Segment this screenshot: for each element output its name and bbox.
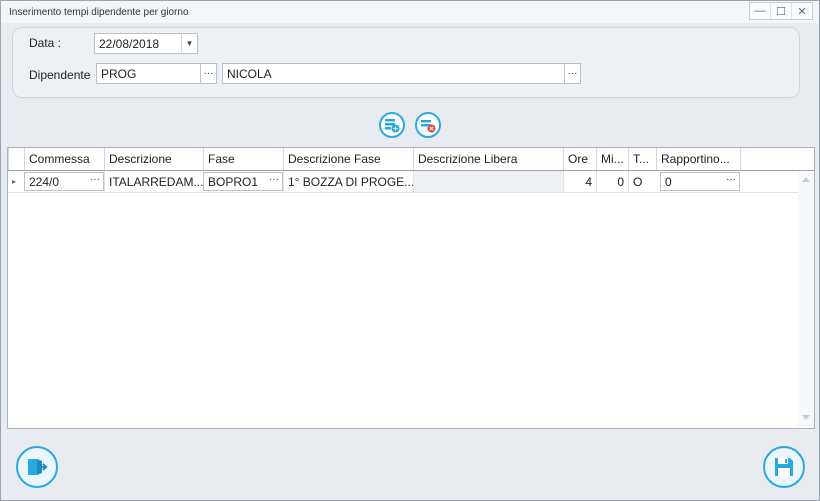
header-ore[interactable]: Ore bbox=[563, 148, 596, 170]
date-value: 22/08/2018 bbox=[99, 37, 160, 51]
delete-row-icon bbox=[421, 120, 436, 133]
title-bar: Inserimento tempi dipendente per giorno … bbox=[1, 1, 819, 23]
fase-cell[interactable]: BOPRO1 ··· bbox=[203, 172, 283, 191]
header-descrizione[interactable]: Descrizione bbox=[104, 148, 203, 170]
save-icon bbox=[775, 458, 793, 476]
employee-name-lookup-button[interactable]: ··· bbox=[564, 63, 581, 84]
header-rapportino[interactable]: Rapportino... bbox=[656, 148, 740, 170]
window-controls: — ☐ ✕ bbox=[749, 2, 813, 20]
date-picker[interactable]: 22/08/2018 ▼ bbox=[94, 33, 198, 54]
header-fase[interactable]: Fase bbox=[203, 148, 283, 170]
ore-cell[interactable]: 4 bbox=[563, 171, 596, 192]
add-row-icon bbox=[385, 119, 400, 133]
header-commessa[interactable]: Commessa bbox=[24, 148, 104, 170]
fase-value: BOPRO1 bbox=[208, 175, 259, 189]
header-descrizione-libera[interactable]: Descrizione Libera bbox=[413, 148, 563, 170]
commessa-value: 224/0 bbox=[29, 175, 60, 189]
header-minuti[interactable]: Mi... bbox=[596, 148, 628, 170]
filter-panel: Data : 22/08/2018 ▼ Dipendente PROG ··· … bbox=[12, 27, 800, 98]
employee-name-value: NICOLA bbox=[227, 67, 272, 81]
header-t[interactable]: T... bbox=[628, 148, 656, 170]
grid-header: Commessa Descrizione Fase Descrizione Fa… bbox=[8, 148, 814, 171]
header-indicator bbox=[8, 148, 24, 170]
scroll-arrows-icon bbox=[802, 177, 810, 420]
table-row[interactable]: ▸ 224/0 ··· ITALARREDAM... BOPRO1 ··· 1°… bbox=[8, 171, 798, 193]
employee-code-lookup-button[interactable]: ··· bbox=[200, 63, 217, 84]
window-title: Inserimento tempi dipendente per giorno bbox=[9, 7, 189, 18]
employee-label: Dipendente bbox=[29, 68, 91, 82]
times-grid: Commessa Descrizione Fase Descrizione Fa… bbox=[7, 147, 815, 429]
maximize-button[interactable]: ☐ bbox=[770, 3, 791, 19]
commessa-lookup-button[interactable]: ··· bbox=[90, 174, 100, 185]
minimize-button[interactable]: — bbox=[750, 3, 770, 19]
exit-button[interactable] bbox=[16, 446, 58, 488]
save-button[interactable] bbox=[763, 446, 805, 488]
add-row-button[interactable] bbox=[379, 112, 405, 138]
fase-lookup-button[interactable]: ··· bbox=[269, 174, 279, 185]
header-descrizione-fase[interactable]: Descrizione Fase bbox=[283, 148, 413, 170]
close-button[interactable]: ✕ bbox=[791, 3, 812, 19]
row-indicator-icon: ▸ bbox=[12, 177, 17, 186]
header-filler bbox=[740, 148, 814, 170]
t-cell[interactable]: O bbox=[628, 171, 656, 192]
descrizione-cell[interactable]: ITALARREDAM... bbox=[104, 171, 203, 192]
date-label: Data : bbox=[29, 36, 62, 50]
minuti-cell[interactable]: 0 bbox=[596, 171, 628, 192]
rapportino-lookup-button[interactable]: ··· bbox=[726, 174, 736, 185]
delete-row-button[interactable] bbox=[415, 112, 441, 138]
exit-icon bbox=[28, 459, 48, 475]
employee-code-field[interactable]: PROG bbox=[96, 63, 202, 84]
main-window: Inserimento tempi dipendente per giorno … bbox=[0, 0, 820, 501]
vertical-scrollbar[interactable] bbox=[798, 171, 814, 427]
commessa-cell[interactable]: 224/0 ··· bbox=[24, 172, 104, 191]
rapportino-value: 0 bbox=[665, 175, 672, 189]
dropdown-arrow-icon[interactable]: ▼ bbox=[181, 34, 197, 53]
descrizione-libera-cell[interactable] bbox=[413, 171, 563, 192]
descrizione-fase-cell[interactable]: 1° BOZZA DI PROGE... bbox=[283, 171, 413, 192]
rapportino-cell[interactable]: 0 ··· bbox=[660, 172, 740, 191]
employee-name-field[interactable]: NICOLA bbox=[222, 63, 566, 84]
employee-code-value: PROG bbox=[101, 67, 137, 81]
